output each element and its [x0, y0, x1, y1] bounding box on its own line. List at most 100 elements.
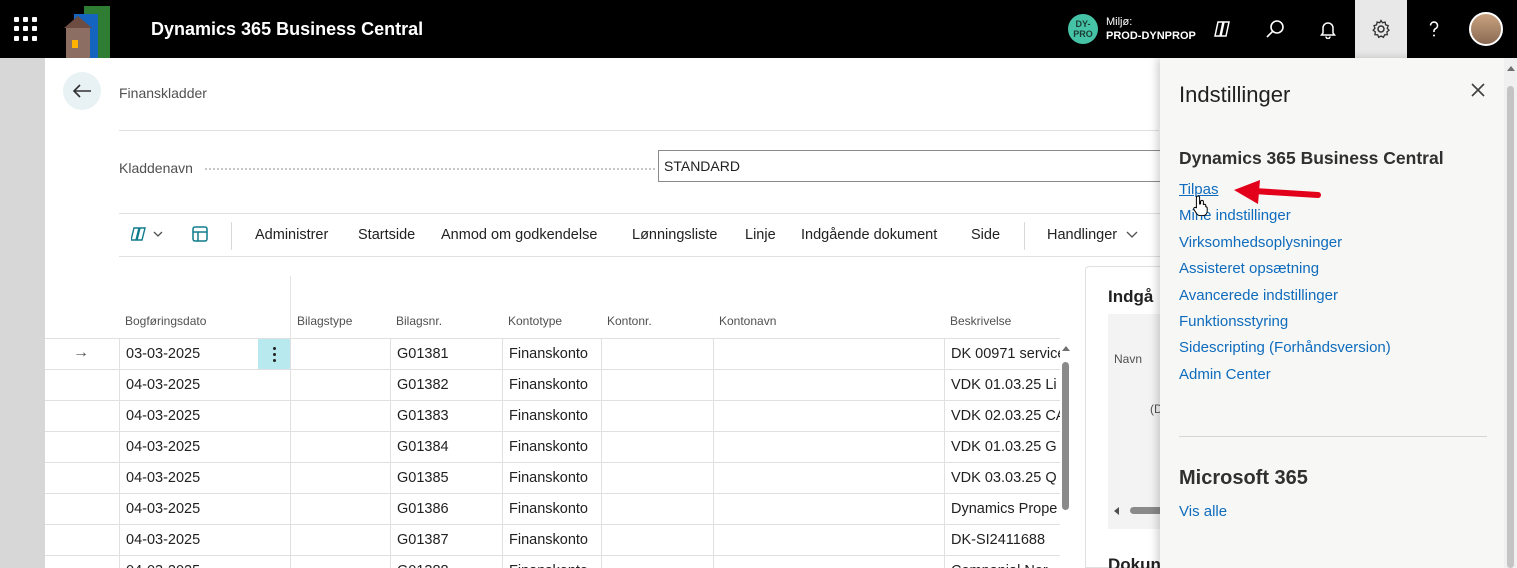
column-header-account-no[interactable]: Kontonr.	[607, 314, 652, 328]
cell-document-type[interactable]	[290, 370, 390, 401]
cell-posting-date[interactable]: 04-03-2025	[119, 525, 258, 556]
row-actions-icon[interactable]	[258, 339, 290, 370]
settings-link-advanced-settings[interactable]: Avancerede indstillinger	[1179, 287, 1338, 304]
cell-document-type[interactable]	[290, 494, 390, 525]
settings-link-see-all[interactable]: Vis alle	[1179, 503, 1227, 520]
action-request-approval[interactable]: Anmod om godkendelse	[441, 227, 597, 243]
cell-account-name[interactable]	[713, 525, 944, 556]
cell-document-no[interactable]: G01384	[390, 432, 502, 463]
column-header-account-type[interactable]: Kontotype	[508, 314, 562, 328]
cell-document-no[interactable]: G01381	[390, 339, 502, 370]
cell-posting-date[interactable]: 03-03-2025	[119, 339, 258, 370]
settings-link-assisted-setup[interactable]: Assisteret opsætning	[1179, 260, 1319, 277]
factbox-title-2[interactable]: Dokun	[1108, 555, 1161, 568]
app-launcher-icon[interactable]	[14, 17, 38, 41]
cell-account-type[interactable]: Finanskonto	[502, 525, 601, 556]
cell-account-type[interactable]: Finanskonto	[502, 556, 601, 568]
table-row[interactable]: 04-03-2025 G01383 Finanskonto VDK 02.03.25 …	[45, 400, 1060, 432]
page-inspect-button[interactable]	[191, 225, 209, 247]
cell-account-name[interactable]	[713, 339, 944, 370]
cell-description[interactable]: DK-SI2411688	[944, 525, 1060, 556]
cell-account-name[interactable]	[713, 401, 944, 432]
cell-description[interactable]: Companial Nor	[944, 556, 1060, 568]
help-button[interactable]	[1408, 0, 1460, 58]
batch-name-input[interactable]: STANDARD	[658, 150, 1168, 182]
cell-description[interactable]: VDK 03.03.25 Q	[944, 463, 1060, 494]
cell-description[interactable]: VDK 01.03.25 G	[944, 432, 1060, 463]
actions-menu-button[interactable]: Handlinger	[1047, 227, 1139, 243]
cell-account-no[interactable]	[601, 432, 713, 463]
cell-document-no[interactable]: G01386	[390, 494, 502, 525]
cell-account-no[interactable]	[601, 370, 713, 401]
scrollbar-thumb[interactable]	[1062, 362, 1069, 510]
cell-account-name[interactable]	[713, 463, 944, 494]
cell-account-no[interactable]	[601, 556, 713, 568]
cell-account-name[interactable]	[713, 370, 944, 401]
cell-posting-date[interactable]: 04-03-2025	[119, 432, 258, 463]
action-line[interactable]: Linje	[745, 227, 776, 243]
cell-posting-date[interactable]: 04-03-2025	[119, 370, 258, 401]
cell-account-no[interactable]	[601, 339, 713, 370]
column-header-document-type[interactable]: Bilagstype	[297, 314, 352, 328]
factbox-title[interactable]: Indgå	[1108, 287, 1153, 307]
copilot-button[interactable]	[1196, 0, 1248, 58]
cell-account-type[interactable]: Finanskonto	[502, 463, 601, 494]
table-row[interactable]: → 03-03-2025 G01381 Finanskonto DK 00971 ser…	[45, 338, 1060, 370]
table-row[interactable]: 04-03-2025 G01386 Finanskonto Dynamics Prop…	[45, 493, 1060, 525]
grid-vertical-scrollbar[interactable]	[1060, 340, 1072, 568]
action-payroll[interactable]: Lønningsliste	[632, 227, 717, 243]
environment-info[interactable]: Miljø: PROD-DYNPROP	[1106, 15, 1196, 43]
action-incoming-document[interactable]: Indgående dokument	[801, 227, 937, 243]
table-row[interactable]: 04-03-2025 G01385 Finanskonto VDK 03.03.25 …	[45, 462, 1060, 494]
cell-account-no[interactable]	[601, 525, 713, 556]
cell-description[interactable]: VDK 01.03.25 Li	[944, 370, 1060, 401]
cell-account-type[interactable]: Finanskonto	[502, 401, 601, 432]
cell-account-no[interactable]	[601, 494, 713, 525]
cell-account-name[interactable]	[713, 556, 944, 568]
cell-document-no[interactable]: G01382	[390, 370, 502, 401]
action-administrer[interactable]: Administrer	[255, 227, 328, 243]
cell-document-type[interactable]	[290, 463, 390, 494]
column-header-account-name[interactable]: Kontonavn	[719, 314, 776, 328]
cell-account-no[interactable]	[601, 463, 713, 494]
column-header-document-no[interactable]: Bilagsnr.	[396, 314, 442, 328]
cell-document-no[interactable]: G01387	[390, 525, 502, 556]
cell-description[interactable]: DK 00971 service	[944, 339, 1060, 370]
cell-account-type[interactable]: Finanskonto	[502, 494, 601, 525]
cell-account-type[interactable]: Finanskonto	[502, 339, 601, 370]
cell-posting-date[interactable]: 04-03-2025	[119, 556, 258, 568]
settings-link-feature-management[interactable]: Funktionsstyring	[1179, 313, 1288, 330]
cell-document-type[interactable]	[290, 525, 390, 556]
settings-link-admin-center[interactable]: Admin Center	[1179, 366, 1271, 383]
settings-link-page-scripting[interactable]: Sidescripting (Forhåndsversion)	[1179, 339, 1391, 356]
cell-document-type[interactable]	[290, 339, 390, 370]
environment-badge[interactable]: DY- PRO	[1068, 14, 1098, 44]
table-row[interactable]: 04-03-2025 G01384 Finanskonto VDK 01.03.25 …	[45, 431, 1060, 463]
cell-document-no[interactable]: G01388	[390, 556, 502, 568]
copilot-menu-button[interactable]	[130, 225, 165, 247]
scrollbar-thumb[interactable]	[1507, 86, 1514, 568]
settings-scrollbar[interactable]	[1504, 58, 1517, 568]
notifications-button[interactable]	[1302, 0, 1354, 58]
cell-document-no[interactable]: G01385	[390, 463, 502, 494]
cell-document-type[interactable]	[290, 556, 390, 568]
cell-posting-date[interactable]: 04-03-2025	[119, 494, 258, 525]
action-page[interactable]: Side	[971, 227, 1000, 243]
close-icon[interactable]	[1468, 80, 1488, 100]
cell-account-no[interactable]	[601, 401, 713, 432]
user-avatar[interactable]	[1469, 12, 1503, 46]
back-button[interactable]	[63, 72, 101, 110]
table-row[interactable]: 04-03-2025 G01382 Finanskonto VDK 01.03.25 …	[45, 369, 1060, 401]
settings-button[interactable]	[1355, 0, 1407, 58]
cell-account-name[interactable]	[713, 494, 944, 525]
cell-document-type[interactable]	[290, 432, 390, 463]
column-header-description[interactable]: Beskrivelse	[950, 314, 1011, 328]
settings-link-company-info[interactable]: Virksomhedsoplysninger	[1179, 234, 1342, 251]
cell-document-no[interactable]: G01383	[390, 401, 502, 432]
table-row[interactable]: 04-03-2025 G01388Finanskonto Companial Nor	[45, 555, 1060, 568]
cell-posting-date[interactable]: 04-03-2025	[119, 463, 258, 494]
table-row[interactable]: 04-03-2025 G01387 Finanskonto DK-SI2411688	[45, 524, 1060, 556]
cell-account-type[interactable]: Finanskonto	[502, 370, 601, 401]
cell-account-type[interactable]: Finanskonto	[502, 432, 601, 463]
search-button[interactable]	[1249, 0, 1301, 58]
